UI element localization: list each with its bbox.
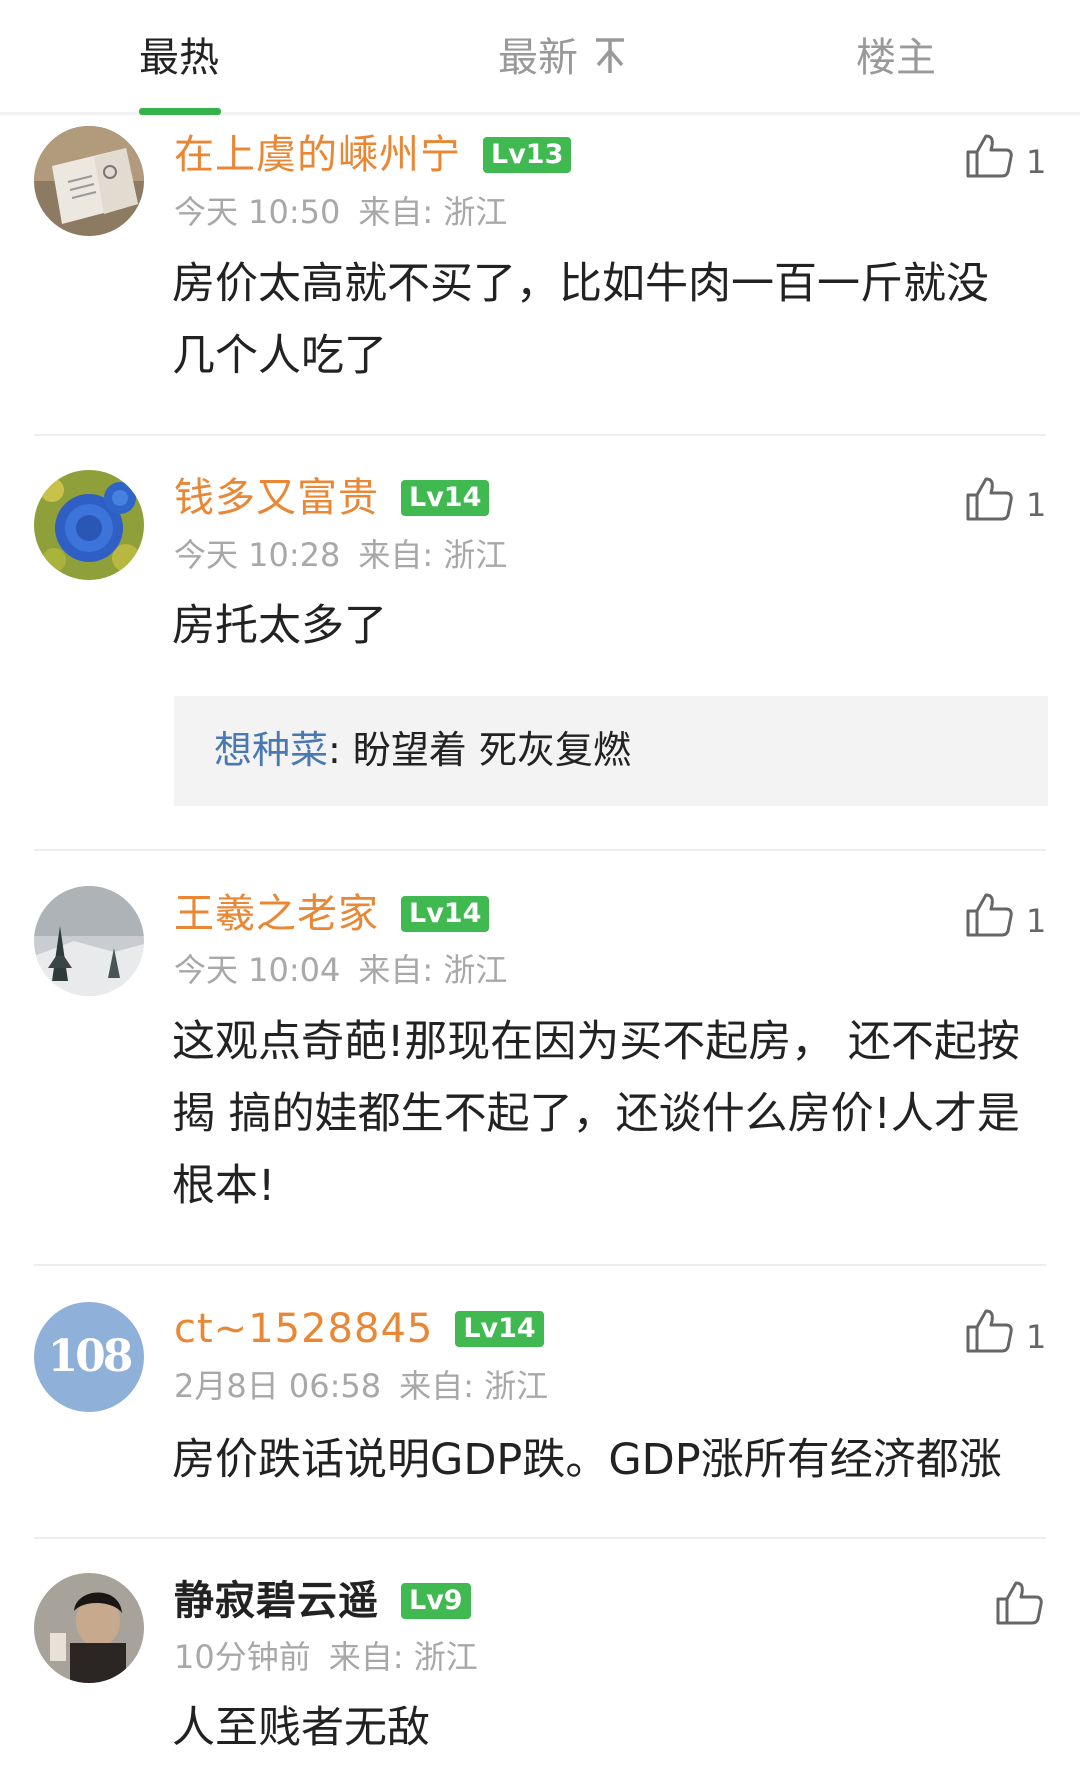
username-row: 钱多又富贵 Lv14	[174, 474, 490, 522]
level-badge: Lv14	[401, 480, 490, 516]
tab-op-only[interactable]: 楼主	[856, 32, 936, 84]
tab-newest-label: 最新	[498, 35, 578, 81]
username-row: ct~1528845 Lv14	[174, 1305, 544, 1353]
divider	[34, 1537, 1046, 1539]
username[interactable]: 王羲之老家	[174, 890, 379, 938]
tab-hottest[interactable]: 最热	[139, 32, 219, 84]
thumbs-up-icon[interactable]	[964, 1305, 1014, 1355]
thumbs-up-icon[interactable]	[964, 473, 1014, 523]
comment-meta: 今天 10:50 来自: 浙江	[174, 192, 507, 232]
comment-location: 来自: 浙江	[399, 1367, 549, 1405]
comment-text: 房价跌话说明GDP跌。GDP涨所有经济都涨	[172, 1435, 1002, 1485]
comment-location: 来自: 浙江	[358, 193, 508, 231]
reply-author[interactable]: 想种菜	[214, 728, 328, 772]
comment-location: 来自: 浙江	[358, 951, 508, 989]
comment-time: 2月8日 06:58	[174, 1367, 382, 1405]
thumbs-up-icon[interactable]	[964, 889, 1014, 939]
reply-preview[interactable]: 想种菜: 盼望着 死灰复燃	[174, 696, 1048, 806]
avatar-text: 108	[47, 1331, 134, 1382]
avatar[interactable]	[34, 126, 144, 236]
username-row: 静寂碧云遥 Lv9	[174, 1577, 471, 1625]
comment-meta: 今天 10:04 来自: 浙江	[174, 950, 507, 990]
comment-time: 今天 10:28	[174, 536, 341, 574]
divider	[34, 434, 1046, 436]
thumbs-up-icon[interactable]	[994, 1577, 1044, 1627]
like-count: 1	[1026, 902, 1047, 940]
avatar[interactable]	[34, 886, 144, 996]
level-badge: Lv14	[455, 1311, 544, 1347]
username[interactable]: ct~1528845	[174, 1305, 433, 1353]
comment-meta: 今天 10:28 来自: 浙江	[174, 535, 507, 575]
avatar[interactable]	[34, 470, 144, 580]
level-badge: Lv9	[401, 1583, 471, 1619]
username[interactable]: 在上虞的嵊州宁	[174, 131, 461, 179]
reply-separator: :	[328, 728, 353, 772]
level-badge: Lv14	[401, 896, 490, 932]
username[interactable]: 静寂碧云遥	[174, 1577, 379, 1625]
username[interactable]: 钱多又富贵	[174, 474, 379, 522]
comment-text: 人至贱者无敌	[172, 1703, 430, 1753]
comment-text: 房价太高就不买了，比如牛肉一百一斤就没几个人吃了	[172, 259, 989, 381]
like-count: 1	[1026, 486, 1047, 524]
divider	[34, 849, 1046, 851]
comment-time: 今天 10:50	[174, 193, 341, 231]
username-row: 王羲之老家 Lv14	[174, 890, 490, 938]
like-count: 1	[1026, 143, 1047, 181]
thumbs-up-icon[interactable]	[964, 130, 1014, 180]
comment-location: 来自: 浙江	[328, 1638, 478, 1676]
comment-location: 来自: 浙江	[358, 536, 508, 574]
comment-meta: 2月8日 06:58 来自: 浙江	[174, 1366, 548, 1406]
divider	[34, 1264, 1046, 1266]
level-badge: Lv13	[483, 137, 572, 173]
comment-time: 10分钟前	[174, 1638, 311, 1676]
comment-text: 房托太多了	[172, 601, 387, 651]
tab-bar: 最热 最新 楼主	[0, 0, 1080, 115]
comment-text: 这观点奇葩!那现在因为买不起房， 还不起按揭 搞的娃都生不起了，还谈什么房价!人…	[172, 1017, 1020, 1211]
comment-time: 今天 10:04	[174, 951, 341, 989]
reply-text-row: 想种菜: 盼望着 死灰复燃	[214, 726, 631, 774]
avatar[interactable]: 108	[34, 1302, 144, 1412]
like-count: 1	[1026, 1318, 1047, 1356]
reply-content: 盼望着 死灰复燃	[352, 728, 631, 772]
tab-newest[interactable]: 最新	[498, 32, 626, 84]
comment-meta: 10分钟前 来自: 浙江	[174, 1637, 478, 1677]
active-tab-indicator	[139, 108, 221, 115]
sort-toggle-icon[interactable]	[594, 32, 626, 84]
avatar[interactable]	[34, 1573, 144, 1683]
username-row: 在上虞的嵊州宁 Lv13	[174, 131, 572, 179]
